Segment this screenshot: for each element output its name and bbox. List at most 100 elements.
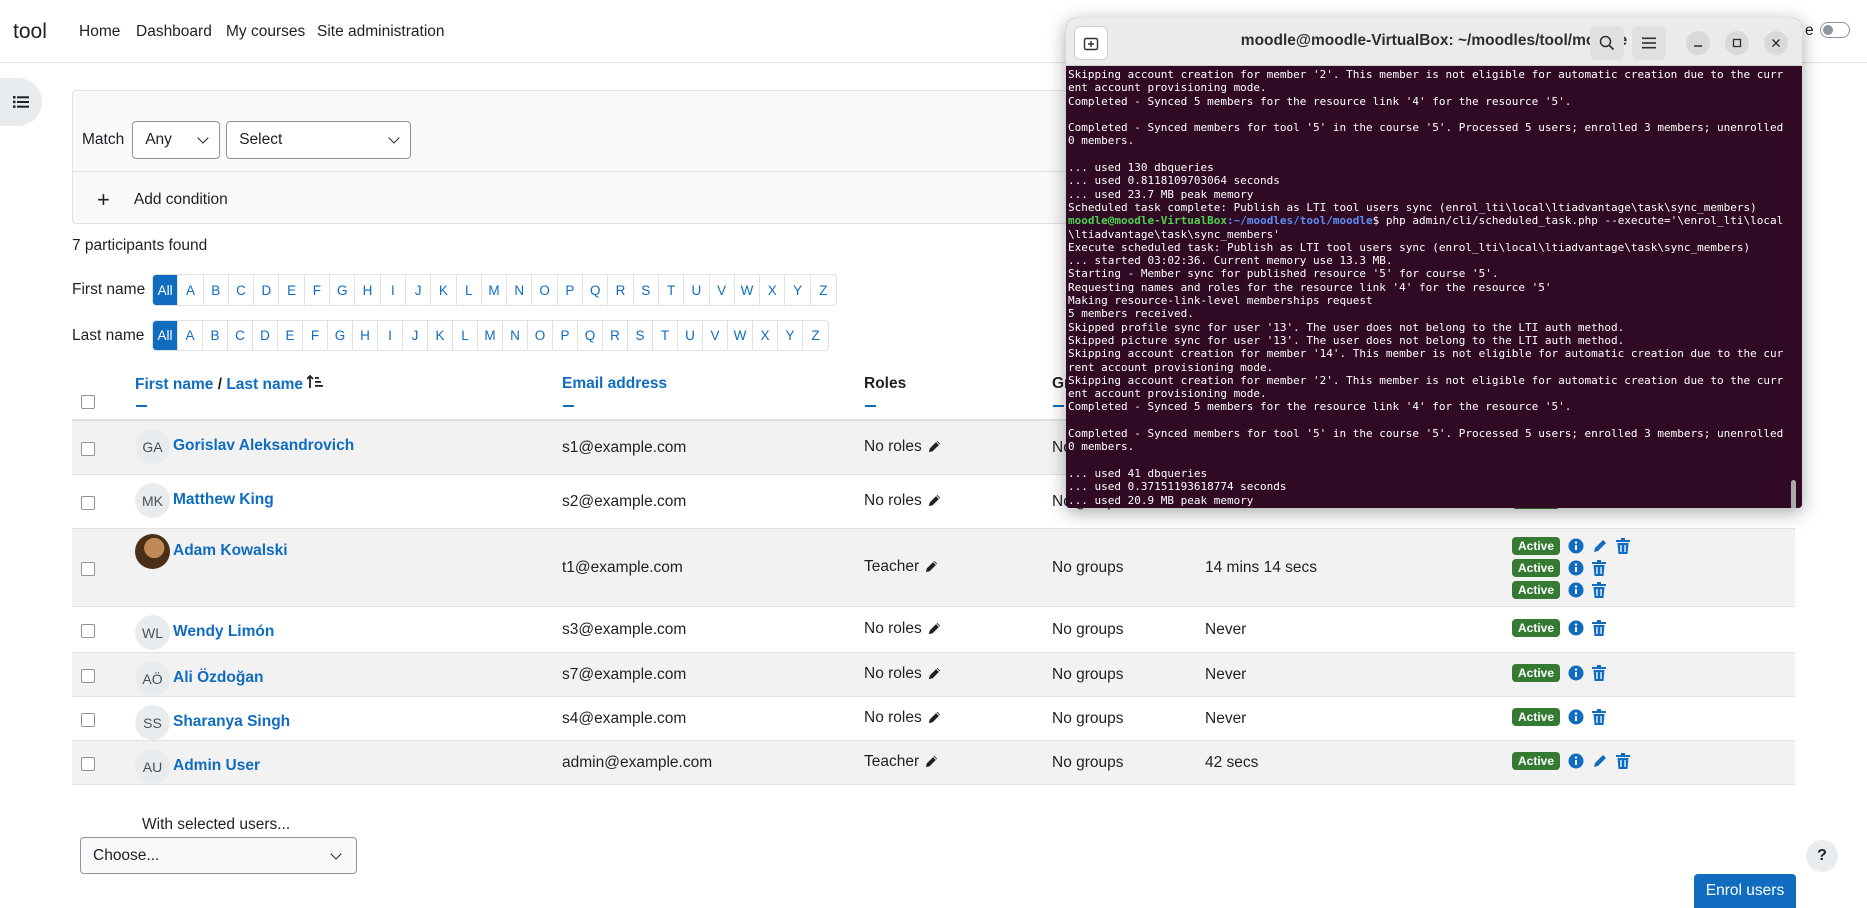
user-profile-link[interactable]: Adam Kowalski <box>173 542 288 560</box>
last-name-initial-t[interactable]: T <box>653 321 678 350</box>
last-name-initial-o[interactable]: O <box>528 321 553 350</box>
first-name-initial-s[interactable]: S <box>634 275 659 305</box>
select-all-checkbox[interactable] <box>81 395 95 409</box>
last-name-initial-w[interactable]: W <box>728 321 753 350</box>
sort-first-name[interactable]: First name <box>135 376 213 393</box>
trash-icon[interactable] <box>1592 709 1607 725</box>
last-name-initial-u[interactable]: U <box>678 321 703 350</box>
initial-all[interactable]: All <box>153 275 179 305</box>
edit-mode-toggle[interactable] <box>1820 22 1850 38</box>
first-name-initial-c[interactable]: C <box>229 275 255 305</box>
first-name-initial-v[interactable]: V <box>710 275 735 305</box>
last-name-initial-r[interactable]: R <box>603 321 628 350</box>
edit-roles-icon[interactable] <box>927 621 942 636</box>
first-name-initial-d[interactable]: D <box>254 275 280 305</box>
terminal-scrollbar[interactable] <box>1791 480 1796 508</box>
first-name-initial-x[interactable]: X <box>760 275 786 305</box>
user-profile-link[interactable]: Ali Özdoğan <box>173 669 263 687</box>
first-name-initial-m[interactable]: M <box>482 275 508 305</box>
user-profile-link[interactable]: Matthew King <box>173 491 274 509</box>
first-name-initial-t[interactable]: T <box>659 275 685 305</box>
last-name-initial-x[interactable]: X <box>753 321 778 350</box>
trash-icon[interactable] <box>1592 560 1607 576</box>
last-name-initial-e[interactable]: E <box>278 321 303 350</box>
first-name-initial-h[interactable]: H <box>355 275 381 305</box>
edit-roles-icon[interactable] <box>924 559 939 574</box>
edit-roles-icon[interactable] <box>924 754 939 769</box>
edit-roles-icon[interactable] <box>927 710 942 725</box>
course-index-toggle[interactable] <box>0 78 42 126</box>
filter-type-select[interactable]: Select <box>226 121 412 159</box>
info-icon[interactable] <box>1568 582 1584 598</box>
last-name-initial-j[interactable]: J <box>403 321 428 350</box>
first-name-initial-l[interactable]: L <box>457 275 482 305</box>
last-name-initial-k[interactable]: K <box>428 321 453 350</box>
info-icon[interactable] <box>1568 560 1584 576</box>
row-checkbox[interactable] <box>81 442 95 456</box>
initial-all[interactable]: All <box>153 321 178 350</box>
user-profile-link[interactable]: Admin User <box>173 757 260 775</box>
site-brand[interactable]: tool <box>13 20 47 44</box>
email-column-collapse[interactable] <box>563 405 574 407</box>
edit-enrolment-icon[interactable] <box>1592 753 1608 769</box>
last-name-initial-s[interactable]: S <box>628 321 653 350</box>
last-name-initial-m[interactable]: M <box>478 321 503 350</box>
trash-icon[interactable] <box>1616 753 1631 769</box>
enrol-users-button[interactable]: Enrol users <box>1694 874 1796 908</box>
first-name-initial-r[interactable]: R <box>608 275 634 305</box>
last-name-initial-v[interactable]: V <box>703 321 728 350</box>
first-name-initial-y[interactable]: Y <box>785 275 811 305</box>
row-checkbox[interactable] <box>81 669 95 683</box>
first-name-initial-j[interactable]: J <box>406 275 432 305</box>
first-name-initial-e[interactable]: E <box>279 275 305 305</box>
sort-last-name[interactable]: Last name <box>226 376 303 393</box>
info-icon[interactable] <box>1568 620 1584 636</box>
first-name-initial-z[interactable]: Z <box>811 275 836 305</box>
edit-enrolment-icon[interactable] <box>1592 538 1608 554</box>
info-icon[interactable] <box>1568 665 1584 681</box>
terminal-titlebar[interactable]: moodle@moodle-VirtualBox: ~/moodles/tool… <box>1066 18 1802 66</box>
first-name-initial-g[interactable]: G <box>330 275 356 305</box>
nav-dashboard[interactable]: Dashboard <box>136 23 212 41</box>
row-checkbox[interactable] <box>81 562 95 576</box>
terminal-menu-button[interactable] <box>1632 26 1666 60</box>
first-name-initial-f[interactable]: F <box>305 275 331 305</box>
minimize-button[interactable] <box>1686 31 1710 55</box>
last-name-initial-z[interactable]: Z <box>803 321 828 350</box>
user-profile-link[interactable]: Gorislav Aleksandrovich <box>173 437 354 455</box>
nav-home[interactable]: Home <box>79 23 120 41</box>
roles-column-collapse[interactable] <box>865 405 876 407</box>
first-name-initial-q[interactable]: Q <box>583 275 609 305</box>
terminal-output[interactable]: Skipping account creation for member '2'… <box>1066 66 1802 508</box>
last-name-initial-y[interactable]: Y <box>778 321 803 350</box>
info-icon[interactable] <box>1568 538 1584 554</box>
row-checkbox[interactable] <box>81 757 95 771</box>
last-name-initial-q[interactable]: Q <box>578 321 603 350</box>
first-name-initial-i[interactable]: I <box>381 275 406 305</box>
trash-icon[interactable] <box>1592 582 1607 598</box>
last-name-initial-l[interactable]: L <box>453 321 478 350</box>
first-name-initial-k[interactable]: K <box>431 275 457 305</box>
name-column-collapse[interactable] <box>136 405 147 407</box>
groups-column-collapse[interactable] <box>1053 405 1064 407</box>
maximize-button[interactable] <box>1725 31 1749 55</box>
edit-roles-icon[interactable] <box>927 666 942 681</box>
last-name-initial-n[interactable]: N <box>503 321 528 350</box>
last-name-initial-b[interactable]: B <box>203 321 228 350</box>
match-select[interactable]: Any <box>132 121 221 159</box>
info-icon[interactable] <box>1568 753 1584 769</box>
nav-site-administration[interactable]: Site administration <box>317 23 445 41</box>
user-profile-link[interactable]: Sharanya Singh <box>173 713 290 731</box>
help-button[interactable]: ? <box>1806 840 1838 872</box>
row-checkbox[interactable] <box>81 496 95 510</box>
last-name-initial-p[interactable]: P <box>553 321 578 350</box>
last-name-initial-h[interactable]: H <box>353 321 378 350</box>
row-checkbox[interactable] <box>81 624 95 638</box>
user-profile-link[interactable]: Wendy Limón <box>173 623 274 641</box>
trash-icon[interactable] <box>1616 538 1631 554</box>
last-name-initial-a[interactable]: A <box>178 321 203 350</box>
row-checkbox[interactable] <box>81 713 95 727</box>
close-button[interactable] <box>1764 31 1788 55</box>
last-name-initial-d[interactable]: D <box>253 321 278 350</box>
first-name-initial-a[interactable]: A <box>178 275 204 305</box>
